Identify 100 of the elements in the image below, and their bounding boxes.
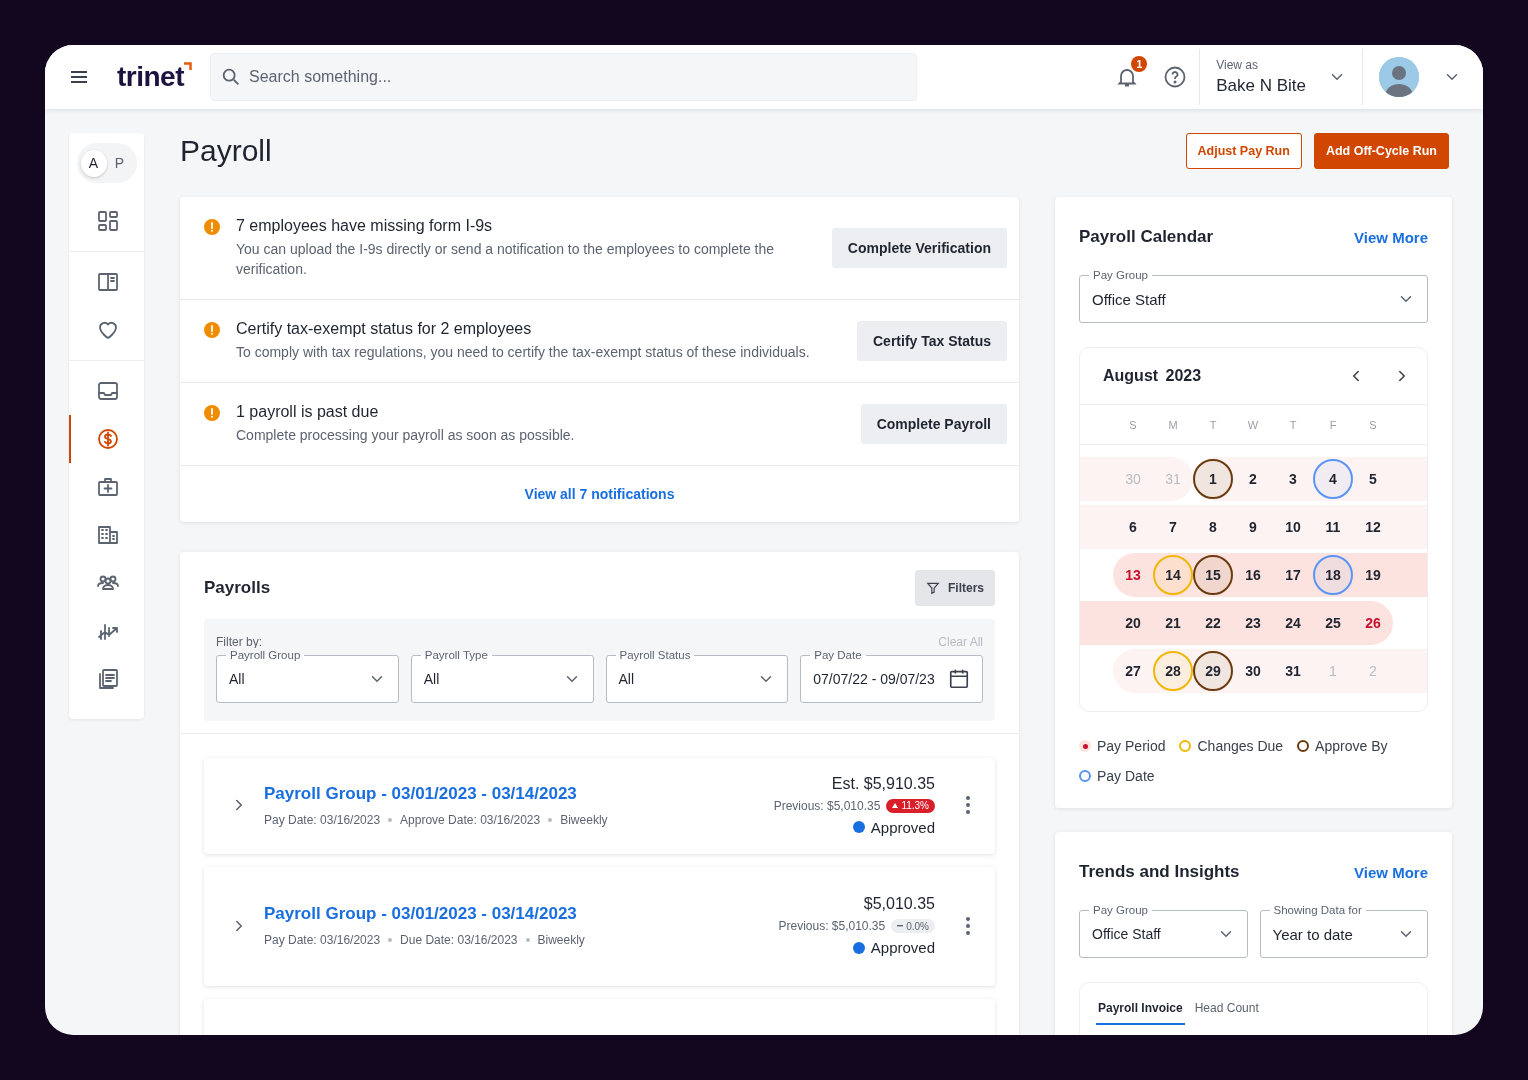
previous-amount: Previous: $5,010.35 [778,919,886,933]
calendar-day[interactable]: 22 [1193,601,1233,645]
view-more-link[interactable]: View More [1354,863,1428,881]
calendar-day[interactable]: 23 [1233,601,1273,645]
legend-label: Pay Date [1097,768,1155,784]
calendar-day[interactable]: 3 [1273,457,1313,501]
logo[interactable]: trinet [117,62,192,92]
calendar-day[interactable]: 8 [1193,505,1233,549]
card-title: Trends and Insights [1079,862,1240,882]
calendar-day[interactable]: 28 [1153,649,1193,693]
filter-label: Filter by: [216,635,262,649]
notification-title: 1 payroll is past due [236,403,380,421]
view-as-dropdown[interactable]: View as Bake N Bite [1200,58,1362,96]
notification-description: You can upload the I-9s directly or send a notification to the employees to complete the verification. [236,240,776,279]
calendar-day[interactable]: 4 [1313,457,1353,501]
calendar-day[interactable]: 20 [1113,601,1153,645]
view-more-link[interactable]: View More [1354,228,1428,246]
payroll-amount: $5,010.35 [863,895,935,913]
book-icon [95,270,120,294]
weekday-label: F [1328,418,1338,431]
month-title: August 2023 [1103,367,1203,385]
payroll-meta: Pay Date: 03/16/2023 [264,933,381,947]
adjust-button[interactable]: Adjust Pay Run [1185,133,1302,169]
payroll-meta: Biweekly [560,812,608,827]
status-text: Approved [870,818,935,836]
calendar-day[interactable]: 29 [1193,649,1233,693]
payroll-amount: Est. $5,910.35 [831,774,935,793]
warning-icon [204,219,220,235]
page-title: Payroll [180,134,272,168]
weekday-label: S [1128,418,1138,431]
calendar-day[interactable]: 30 [1233,649,1273,693]
section-title: Payrolls [204,577,271,598]
payroll-meta: Approve Date: 03/16/2023 [400,812,541,827]
payroll-meta: Biweekly [537,933,585,947]
notification-title: Certify tax-exempt status for 2 employees [236,320,533,338]
notification-description: To comply with tax regulations, you need to certify the tax-exempt status of these individuals. [236,343,811,362]
change-badge: 11.3% [886,798,935,813]
previous-amount: Previous: $5,010.35 [773,798,881,813]
building-icon [95,523,120,547]
help-button[interactable] [1163,65,1188,89]
weekday-label: M [1167,418,1179,431]
calendar-day[interactable]: 16 [1233,553,1273,597]
calendar-day[interactable]: 25 [1313,601,1353,645]
card-title: Payroll Calendar [1079,227,1214,247]
legend-label: Pay Period [1097,738,1166,754]
toggle-option[interactable]: A [80,149,107,177]
toggle-option[interactable]: P [106,149,133,177]
more-options-button[interactable] [965,915,971,936]
status-text: Approved [870,939,935,956]
help-icon [1163,65,1188,89]
calendar-day[interactable]: 31 [1273,649,1313,693]
more-options-button[interactable] [965,795,971,815]
view-all-link[interactable]: View all 7 notifications [524,486,675,502]
calendar-day[interactable]: 10 [1273,505,1313,549]
action-button[interactable]: Certify Tax Status [857,321,1007,361]
calendar-day[interactable]: 12 [1353,505,1393,549]
calendar-day[interactable]: 18 [1313,553,1353,597]
payroll-meta: Due Date: 03/16/2023 [400,933,518,947]
change-badge: 0.0% [891,919,935,933]
calendar-day[interactable]: 9 [1233,505,1273,549]
notification-count: 1 [1131,56,1148,72]
notification-title: 7 employees have missing form I-9s [236,217,494,235]
filter-icon [926,580,940,595]
inbox-icon [95,379,120,403]
calendar-day[interactable]: 19 [1353,553,1393,597]
tab[interactable]: Payroll Invoice [1096,991,1185,1025]
weekday-label: W [1246,418,1260,431]
calendar-day[interactable]: 11 [1313,505,1353,549]
action-button[interactable]: Complete Verification [831,228,1007,268]
calendar-day[interactable]: 14 [1153,553,1193,597]
dashboard-icon [95,209,120,233]
payroll-title-link[interactable]: Payroll Group - 03/01/2023 - 03/14/2023 [264,904,779,924]
payroll-title-link[interactable]: Payroll Group - 03/01/2023 - 03/14/2023 [264,783,774,804]
calendar-day[interactable]: 26 [1353,601,1393,645]
legend-label: Changes Due [1197,738,1284,754]
calendar-day[interactable]: 6 [1113,505,1153,549]
calendar-day[interactable]: 21 [1153,601,1193,645]
calendar-day[interactable]: 17 [1273,553,1313,597]
mode-toggle[interactable]: A P [76,143,137,183]
tab[interactable]: Head Count [1192,991,1261,1025]
legend-label: Approve By [1315,738,1388,754]
dollar-icon [95,427,120,451]
filters-button[interactable]: Filters [915,569,995,606]
calendar-day[interactable]: 24 [1273,601,1313,645]
warning-icon [204,322,220,338]
add-run-button[interactable]: Add Off-Cycle Run [1313,133,1449,169]
warning-icon [204,405,220,421]
weekday-label: S [1368,418,1378,431]
payroll-meta: Pay Date: 03/16/2023 [264,812,381,827]
calendar-day[interactable]: 2 [1233,457,1273,501]
action-button[interactable]: Complete Payroll [860,404,1007,444]
calendar-day[interactable]: 27 [1113,649,1153,693]
calendar-day[interactable]: 15 [1193,553,1233,597]
medical-icon [95,475,120,499]
search-field[interactable]: Search something... [210,53,917,101]
avatar-icon[interactable] [1379,57,1419,97]
calendar-day[interactable]: 5 [1353,457,1393,501]
calendar-day[interactable]: 7 [1153,505,1193,549]
calendar-day[interactable]: 13 [1113,553,1153,597]
calendar-day[interactable]: 1 [1193,457,1233,501]
